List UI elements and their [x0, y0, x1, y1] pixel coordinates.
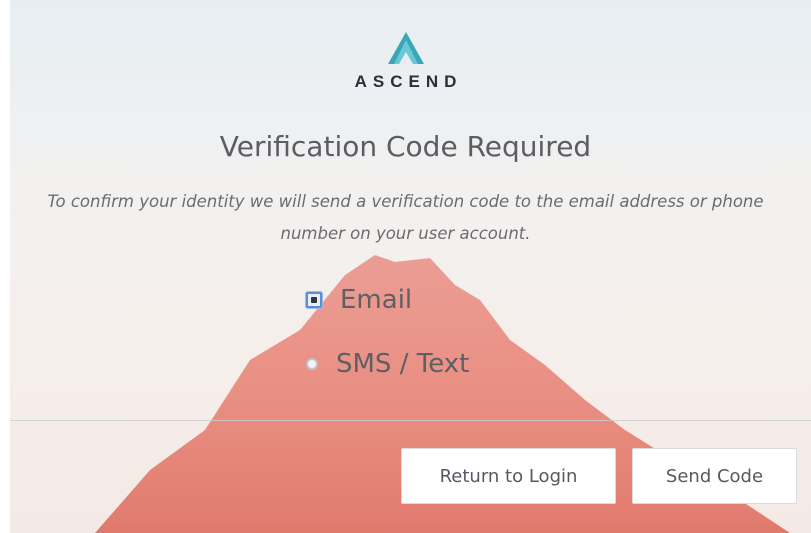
- option-sms-label: SMS / Text: [336, 349, 470, 379]
- page-description: To confirm your identity we will send a …: [47, 192, 764, 243]
- option-sms[interactable]: SMS / Text: [306, 344, 469, 384]
- sms-radio[interactable]: [306, 358, 318, 370]
- brand-name: ASCEND: [354, 72, 463, 91]
- brand-logo: ASCEND: [0, 30, 811, 92]
- email-radio[interactable]: [306, 292, 322, 308]
- delivery-options: Email SMS / Text: [306, 280, 469, 408]
- option-email-label: Email: [340, 285, 413, 315]
- send-code-button[interactable]: Send Code: [632, 448, 797, 504]
- page-title: Verification Code Required: [219, 130, 592, 163]
- divider: [10, 420, 811, 421]
- verification-screen: ASCEND Verification Code Required To con…: [0, 0, 811, 533]
- ascend-mountain-logo-icon: [387, 32, 424, 64]
- return-to-login-button[interactable]: Return to Login: [401, 448, 616, 504]
- option-email[interactable]: Email: [306, 280, 469, 320]
